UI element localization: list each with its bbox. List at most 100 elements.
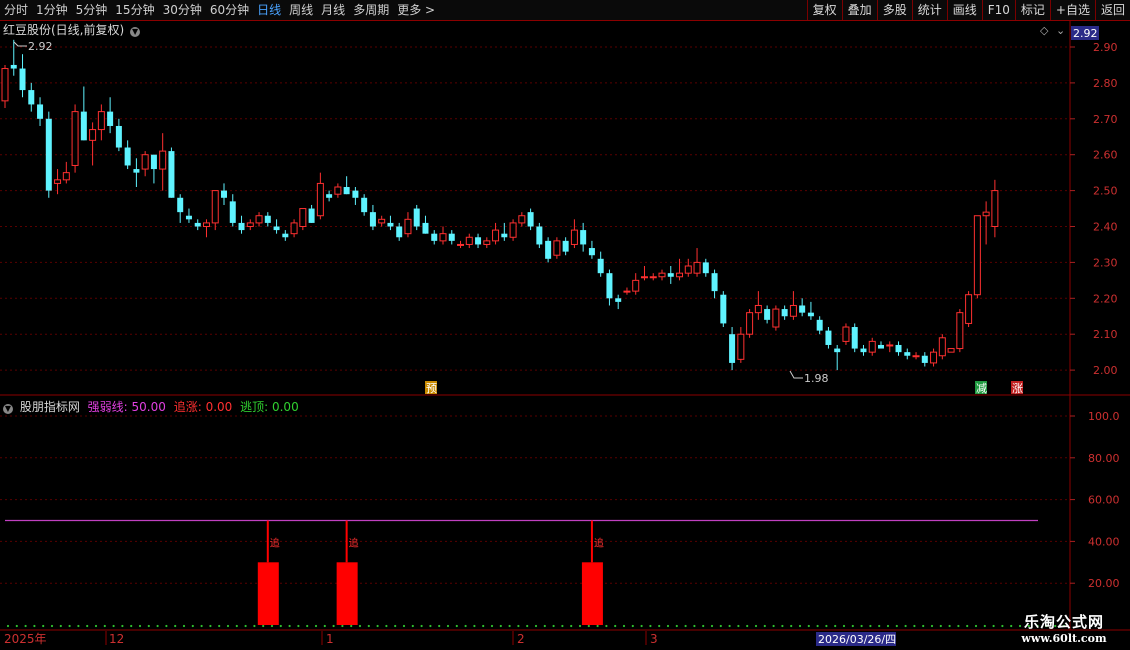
marker-jian[interactable]: 减 bbox=[975, 381, 987, 395]
baseline-dot bbox=[341, 624, 344, 628]
baseline-dot bbox=[658, 624, 661, 628]
svg-text:减: 减 bbox=[976, 382, 987, 395]
candle bbox=[10, 39, 17, 76]
marker-yu[interactable]: 预 bbox=[425, 381, 437, 395]
baseline-dot bbox=[570, 624, 573, 628]
baseline-dot bbox=[605, 624, 608, 628]
candle bbox=[457, 240, 465, 249]
baseline-dot bbox=[42, 624, 45, 628]
chase-signal-label: 追 bbox=[270, 536, 280, 549]
baseline-dot bbox=[948, 624, 951, 628]
candle bbox=[343, 176, 350, 195]
baseline-dot bbox=[429, 624, 432, 628]
candle bbox=[141, 151, 149, 177]
candle bbox=[623, 287, 631, 295]
candle bbox=[947, 348, 955, 353]
baseline-dot bbox=[156, 624, 159, 628]
baseline-dot bbox=[385, 624, 388, 628]
baseline-dot bbox=[781, 624, 784, 628]
baseline-dot bbox=[226, 624, 230, 628]
candle bbox=[649, 273, 657, 281]
baseline-dot bbox=[402, 624, 406, 628]
baseline-dot bbox=[138, 624, 142, 628]
baseline-dots bbox=[6, 624, 1066, 628]
price-axis-label: 2.70 bbox=[1093, 113, 1118, 126]
watermark-line2: www.60lt.com bbox=[1021, 632, 1107, 645]
baseline-dot bbox=[253, 624, 256, 628]
baseline-dot bbox=[631, 624, 634, 628]
candle bbox=[264, 212, 271, 227]
chart-canvas: 2.90 2.80 2.70 2.60 2.50 2.40 2.30 2.20 2.10 2.00… bbox=[0, 20, 1130, 646]
baseline-dot bbox=[94, 624, 98, 628]
baseline-dot bbox=[930, 624, 934, 628]
candle bbox=[816, 316, 823, 335]
baseline-dot bbox=[288, 624, 291, 628]
candle bbox=[754, 291, 762, 320]
candle bbox=[80, 86, 87, 141]
cursor-date: 2026/03/26/四 bbox=[818, 633, 896, 646]
baseline-dot bbox=[218, 624, 221, 628]
time-label-feb: 2 bbox=[517, 632, 525, 646]
baseline-dot bbox=[394, 624, 397, 628]
price-axis-label: 2.90 bbox=[1093, 41, 1118, 54]
candle bbox=[483, 237, 491, 249]
baseline-dot bbox=[24, 624, 27, 628]
candle bbox=[781, 305, 788, 320]
candle bbox=[282, 230, 289, 241]
high-annotation: 2.92 bbox=[13, 40, 53, 53]
baseline-dot bbox=[191, 624, 194, 628]
baseline-dot bbox=[174, 624, 177, 628]
baseline-dot bbox=[834, 624, 837, 628]
candle bbox=[868, 337, 876, 356]
baseline-dot bbox=[552, 624, 555, 628]
baseline-dot bbox=[640, 624, 643, 628]
candle bbox=[886, 341, 894, 353]
baseline-dot bbox=[614, 624, 617, 628]
candle bbox=[921, 352, 928, 367]
candle bbox=[764, 305, 771, 324]
candle bbox=[290, 219, 298, 238]
diamond-icon[interactable]: ◇ bbox=[1040, 24, 1049, 37]
chase-signal-bar: 追 bbox=[336, 520, 359, 625]
chevron-down-icon[interactable]: ⌄ bbox=[1056, 24, 1065, 37]
candle bbox=[545, 237, 552, 263]
indicator-axis-label: 20.00 bbox=[1088, 577, 1120, 590]
baseline-dot bbox=[482, 624, 485, 628]
candle bbox=[580, 222, 587, 252]
baseline-dot bbox=[816, 624, 819, 628]
candle bbox=[1, 64, 9, 109]
baseline-dot bbox=[543, 624, 546, 628]
candle bbox=[842, 323, 850, 345]
candle bbox=[991, 179, 999, 238]
candle bbox=[71, 104, 79, 173]
baseline-dot bbox=[649, 624, 652, 628]
baseline-dot bbox=[262, 624, 265, 628]
candle bbox=[562, 237, 569, 256]
candle bbox=[89, 122, 97, 166]
baseline-dot bbox=[59, 624, 62, 628]
baseline-dot bbox=[596, 624, 599, 628]
baseline-dot bbox=[763, 624, 766, 628]
candle bbox=[615, 294, 622, 310]
candle bbox=[588, 240, 595, 259]
baseline-dot bbox=[455, 624, 458, 628]
marker-zhang[interactable]: 涨 bbox=[1011, 381, 1023, 395]
price-axis-label: 2.20 bbox=[1093, 292, 1118, 305]
baseline-dot bbox=[244, 624, 247, 628]
candle bbox=[246, 219, 254, 231]
baseline-dot bbox=[68, 624, 71, 628]
candle bbox=[115, 118, 122, 152]
candle bbox=[326, 190, 333, 202]
candle bbox=[825, 327, 832, 349]
indicator-axis-label: 100.0 bbox=[1088, 410, 1120, 423]
time-label-jan: 1 bbox=[326, 632, 334, 646]
candles bbox=[1, 39, 999, 371]
price-axis-label: 2.80 bbox=[1093, 77, 1118, 90]
baseline-dot bbox=[728, 624, 731, 628]
time-label-year: 2025年 bbox=[4, 632, 47, 646]
baseline-dot bbox=[561, 624, 564, 628]
candle bbox=[702, 258, 709, 277]
high-label: 2.92 bbox=[28, 40, 53, 53]
candle bbox=[737, 327, 745, 363]
candle bbox=[956, 309, 964, 353]
